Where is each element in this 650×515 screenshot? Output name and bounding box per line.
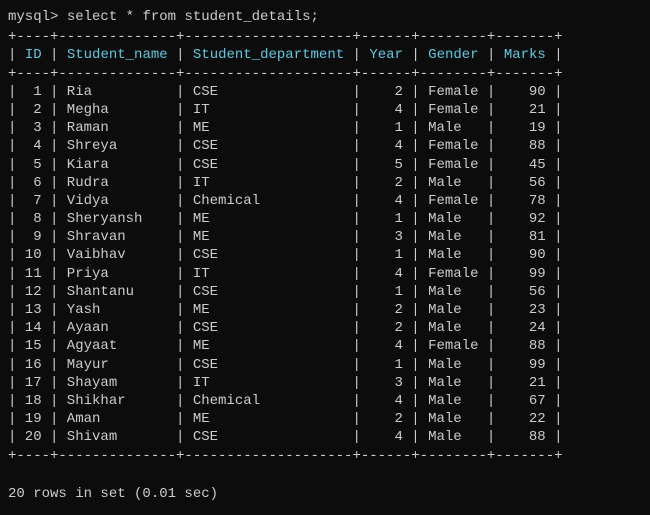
table-row: | 11 | Priya | IT | 4 | Female | 99 | bbox=[8, 265, 642, 283]
prompt-line[interactable]: mysql> select * from student_details; bbox=[8, 8, 642, 26]
table-row: | 18 | Shikhar | Chemical | 4 | Male | 6… bbox=[8, 392, 642, 410]
status-line: 20 rows in set (0.01 sec) bbox=[8, 485, 642, 503]
table-row: | 14 | Ayaan | CSE | 2 | Male | 24 | bbox=[8, 319, 642, 337]
table-row: | 20 | Shivam | CSE | 4 | Male | 88 | bbox=[8, 428, 642, 446]
table-row: | 4 | Shreya | CSE | 4 | Female | 88 | bbox=[8, 137, 642, 155]
table-row: | 9 | Shravan | ME | 3 | Male | 81 | bbox=[8, 228, 642, 246]
table-header-row: | ID | Student_name | Student_department… bbox=[8, 46, 642, 64]
table-body: | 1 | Ria | CSE | 2 | Female | 90 || 2 |… bbox=[8, 83, 642, 447]
table-row: | 12 | Shantanu | CSE | 1 | Male | 56 | bbox=[8, 283, 642, 301]
table-row: | 13 | Yash | ME | 2 | Male | 23 | bbox=[8, 301, 642, 319]
table-top-border: +----+--------------+-------------------… bbox=[8, 28, 642, 46]
empty-line bbox=[8, 465, 642, 483]
table-row: | 6 | Rudra | IT | 2 | Male | 56 | bbox=[8, 174, 642, 192]
table-row: | 19 | Aman | ME | 2 | Male | 22 | bbox=[8, 410, 642, 428]
table-row: | 15 | Agyaat | ME | 4 | Female | 88 | bbox=[8, 337, 642, 355]
table-row: | 5 | Kiara | CSE | 5 | Female | 45 | bbox=[8, 156, 642, 174]
table-bottom-border: +----+--------------+-------------------… bbox=[8, 447, 642, 465]
table-row: | 16 | Mayur | CSE | 1 | Male | 99 | bbox=[8, 356, 642, 374]
table-row: | 1 | Ria | CSE | 2 | Female | 90 | bbox=[8, 83, 642, 101]
mysql-prompt: mysql> bbox=[8, 9, 58, 25]
table-row: | 17 | Shayam | IT | 3 | Male | 21 | bbox=[8, 374, 642, 392]
table-row: | 2 | Megha | IT | 4 | Female | 21 | bbox=[8, 101, 642, 119]
table-row: | 3 | Raman | ME | 1 | Male | 19 | bbox=[8, 119, 642, 137]
table-row: | 10 | Vaibhav | CSE | 1 | Male | 90 | bbox=[8, 246, 642, 264]
sql-query: select * from student_details; bbox=[67, 9, 319, 25]
terminal-output: mysql> select * from student_details; +-… bbox=[8, 8, 642, 503]
table-row: | 8 | Sheryansh | ME | 1 | Male | 92 | bbox=[8, 210, 642, 228]
table-row: | 7 | Vidya | Chemical | 4 | Female | 78… bbox=[8, 192, 642, 210]
table-header-border: +----+--------------+-------------------… bbox=[8, 65, 642, 83]
